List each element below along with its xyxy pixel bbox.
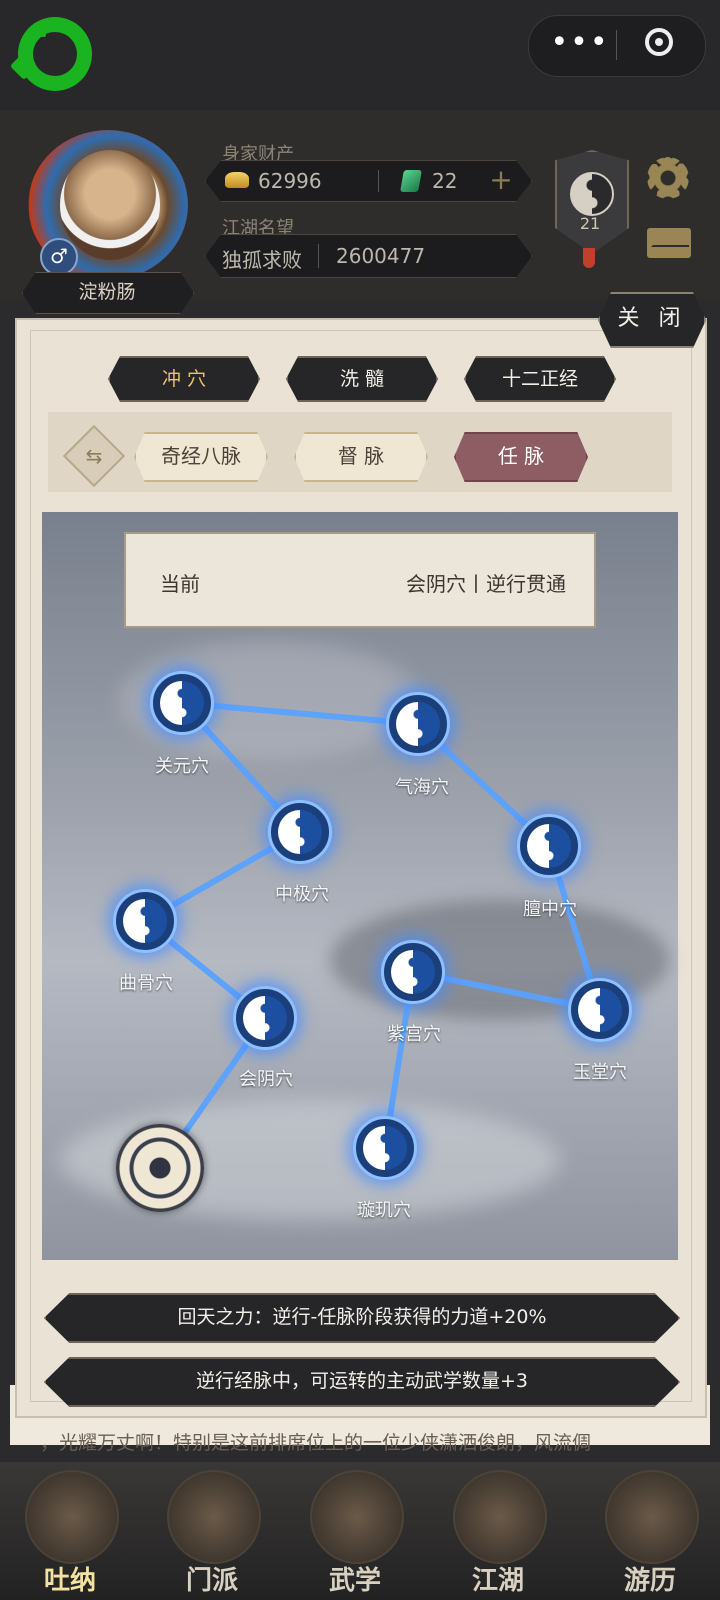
subtab-dumai[interactable]: 督 脉 (294, 432, 428, 482)
nav-sect[interactable]: 门派 (157, 1464, 267, 1596)
current-value: 会阴穴丨逆行贯通 (406, 572, 566, 596)
reputation-divider (318, 244, 319, 268)
avatar (60, 150, 160, 260)
tab-twelve-meridians[interactable]: 十二正经 (464, 356, 616, 402)
reputation-value: 2600477 (336, 244, 426, 268)
sect-icon (167, 1470, 261, 1564)
player-name: 淀粉肠 (78, 281, 136, 303)
story-text: ，光耀万丈啊！特别是这前排席位上的一位少侠潇洒俊朗，风流倜 (40, 1432, 592, 1454)
acupoint-node-qugu[interactable] (113, 889, 177, 953)
app-logo-icon[interactable] (18, 17, 92, 91)
yinyang-icon (396, 702, 440, 746)
horse-icon (605, 1470, 699, 1564)
nav-label: 吐纳 (43, 1566, 96, 1596)
acupoint-label: 膻中穴 (523, 899, 577, 920)
exit-target-icon[interactable] (645, 28, 673, 56)
money-divider (378, 170, 379, 192)
nav-jianghu[interactable]: 江湖 (443, 1464, 553, 1596)
jianghu-icon (453, 1470, 547, 1564)
gender-icon: ♂ (40, 238, 78, 276)
acupoint-label: 曲骨穴 (119, 973, 173, 994)
gold-ingot-icon (225, 172, 249, 188)
bonus-line-1: 回天之力：逆行-任脉阶段获得的力道+20% (44, 1293, 680, 1343)
tab-chongxue[interactable]: 冲 穴 (108, 356, 260, 402)
yinyang-icon (391, 950, 435, 994)
add-currency-button[interactable]: + (486, 166, 516, 196)
gold-value: 62996 (258, 169, 322, 193)
jade-value: 22 (432, 169, 458, 193)
money-bar (205, 160, 532, 202)
yinyang-icon (160, 681, 204, 725)
acupoint-node-danzhong[interactable] (517, 814, 581, 878)
bonus-line-2: 逆行经脉中，可运转的主动武学数量+3 (44, 1357, 680, 1407)
nav-label: 武学 (328, 1566, 381, 1596)
yinyang-icon (363, 1126, 407, 1170)
level-number: 21 (579, 214, 601, 233)
nav-martial[interactable]: 武学 (300, 1464, 410, 1596)
subtab-qijing[interactable]: 奇经八脉 (134, 432, 268, 482)
tab-xisui[interactable]: 洗 髓 (286, 356, 438, 402)
yinyang-icon (123, 899, 167, 943)
badge-tassel (583, 248, 595, 268)
subtab-renmai[interactable]: 任 脉 (454, 432, 588, 482)
logo-mouth (30, 33, 46, 37)
capsule-divider (616, 30, 617, 60)
gear-icon[interactable] (647, 157, 689, 199)
mail-icon[interactable] (647, 228, 691, 258)
sun-origin-icon[interactable] (116, 1124, 204, 1212)
acupoint-node-guanyuan[interactable] (150, 671, 214, 735)
yinyang-icon (570, 172, 614, 216)
yinyang-icon (578, 988, 622, 1032)
nav-label: 门派 (185, 1566, 238, 1596)
acupoint-node-qihai[interactable] (386, 692, 450, 756)
martial-book-icon (310, 1470, 404, 1564)
acupoint-node-zigong[interactable] (381, 940, 445, 1004)
close-button[interactable]: 关 闭 (598, 292, 706, 348)
acupoint-label: 气海穴 (395, 777, 449, 798)
reputation-name: 独孤求败 (222, 248, 302, 272)
tuna-icon (25, 1470, 119, 1564)
more-icon[interactable]: ••• (550, 23, 610, 63)
acupoint-label: 玉堂穴 (573, 1062, 627, 1083)
acupoint-node-zhongji[interactable] (268, 800, 332, 864)
nav-travel[interactable]: 游历 (595, 1464, 705, 1596)
swap-icon[interactable]: ⇆ (72, 434, 116, 478)
current-label: 当前 (160, 572, 200, 596)
acupoint-label: 关元穴 (155, 756, 209, 777)
acupoint-node-yutang[interactable] (568, 978, 632, 1042)
yinyang-icon (243, 996, 287, 1040)
nav-label: 游历 (623, 1566, 676, 1596)
nav-tuna[interactable]: 吐纳 (15, 1464, 125, 1596)
acupoint-label: 紫宫穴 (387, 1024, 441, 1045)
acupoint-label: 中极穴 (275, 884, 329, 905)
acupoint-node-huiyin[interactable] (233, 986, 297, 1050)
yinyang-icon (278, 810, 322, 854)
nav-label: 江湖 (471, 1566, 524, 1596)
acupoint-label: 璇玑穴 (357, 1200, 411, 1221)
acupoint-label: 会阴穴 (239, 1069, 293, 1090)
yinyang-icon (527, 824, 571, 868)
acupoint-node-xuanji[interactable] (353, 1116, 417, 1180)
